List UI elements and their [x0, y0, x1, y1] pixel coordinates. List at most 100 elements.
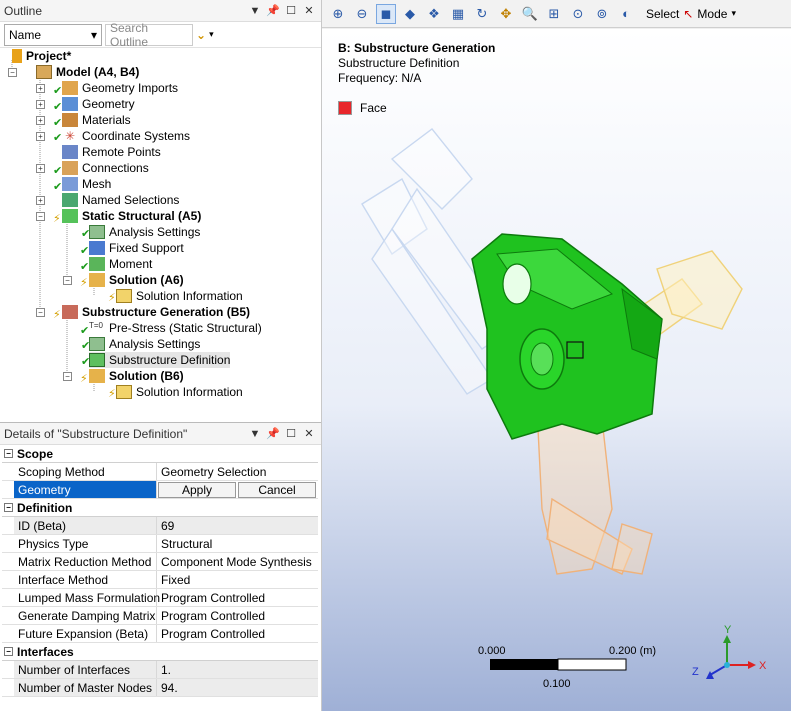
tree-item-analysis-settings-b5[interactable]: ✔ Analysis Settings — [81, 336, 200, 352]
axis-triad — [706, 635, 756, 679]
group-scope[interactable]: − Scope — [2, 445, 318, 463]
tree-item-geometry[interactable]: ✔ Geometry — [53, 96, 135, 113]
tree-item-named-selections[interactable]: Named Selections — [62, 192, 179, 208]
row-interface-method[interactable]: Interface Method Fixed — [2, 571, 318, 589]
tree-item-static-structural[interactable]: ⚡ Static Structural (A5) — [53, 208, 201, 225]
row-lumped-mass[interactable]: Lumped Mass Formulation Program Controll… — [2, 589, 318, 607]
row-number-of-interfaces[interactable]: Number of Interfaces 1. — [2, 661, 318, 679]
row-damping-matrix[interactable]: Generate Damping Matrix Program Controll… — [2, 607, 318, 625]
zoom-in-icon[interactable]: ⊕ — [328, 4, 348, 24]
collapse-toggle[interactable]: − — [4, 503, 13, 512]
graphics-viewport[interactable]: B: Substructure Generation Substructure … — [322, 29, 791, 711]
expand-toggle[interactable]: + — [36, 84, 45, 93]
tree-item-fixed-support[interactable]: ✔ Fixed Support — [80, 240, 184, 257]
chevron-down-icon: ▾ — [90, 27, 97, 42]
rotate-icon[interactable]: ↻ — [472, 4, 492, 24]
axis-z-label: Z — [692, 666, 699, 678]
name-filter-select[interactable]: Name ▾ — [4, 23, 102, 46]
expand-toggle[interactable]: + — [36, 132, 45, 141]
dropdown-arrow-icon[interactable]: ▼ — [247, 3, 263, 19]
tree-item-solution-b6[interactable]: ⚡ Solution (B6) — [80, 368, 184, 385]
maximize-icon[interactable]: ☐ — [283, 426, 299, 442]
model-icon — [36, 65, 52, 79]
tree-item-project[interactable]: Project* — [12, 48, 71, 64]
knuckle-selected-face[interactable] — [471, 233, 663, 440]
mesh-icon: ✔ — [53, 177, 78, 193]
close-icon[interactable]: ✕ — [301, 3, 317, 19]
tree-item-connections[interactable]: ✔ Connections — [53, 160, 149, 177]
collapse-toggle[interactable]: − — [8, 68, 17, 77]
tree-item-moment[interactable]: ✔ Moment — [80, 256, 152, 273]
pin-icon[interactable]: 📌 — [265, 3, 281, 19]
fixed-support-icon: ✔ — [80, 241, 105, 257]
scale-label-mid: 0.100 — [543, 678, 571, 690]
select-label[interactable]: Select — [646, 7, 679, 21]
chevron-down-icon[interactable]: ▾ — [209, 29, 214, 40]
pan-icon[interactable]: ✥ — [496, 4, 516, 24]
group-interfaces[interactable]: − Interfaces — [2, 643, 318, 661]
display-icon[interactable]: ▦ — [448, 4, 468, 24]
tree-item-solution-information-a6[interactable]: ⚡ Solution Information — [108, 288, 243, 304]
model-rendering[interactable]: 0.000 0.200 (m) 0.100 Y X Z — [322, 29, 791, 711]
zoom-out-icon[interactable]: ⊖ — [352, 4, 372, 24]
row-scoping-method[interactable]: Scoping Method Geometry Selection — [2, 463, 318, 481]
pin-icon[interactable]: 📌 — [265, 426, 281, 442]
row-number-of-master-nodes[interactable]: Number of Master Nodes 94. — [2, 679, 318, 697]
box-zoom-icon[interactable]: ⊞ — [544, 4, 564, 24]
dropdown-arrow-icon[interactable]: ▼ — [247, 426, 263, 442]
row-geometry[interactable]: Geometry Apply Cancel — [2, 481, 318, 499]
solid-view-icon[interactable]: ◼ — [376, 3, 396, 24]
expand-toggle[interactable]: + — [36, 164, 45, 173]
graphics-toolbar: ⊕ ⊖ ◼ ◆ ❖ ▦ ↻ ✥ 🔍 ⊞ ⊙ ⊚ ◐ Select ↖ Mode … — [322, 0, 791, 28]
collapse-toggle[interactable]: − — [4, 647, 13, 656]
tree-item-pre-stress[interactable]: T=0 ✔ Pre-Stress (Static Structural) — [80, 320, 262, 337]
tree-item-model[interactable]: Model (A4, B4) — [36, 64, 139, 80]
chevron-down-icon[interactable]: ▾ — [731, 8, 736, 19]
expand-toggle[interactable]: + — [36, 116, 45, 125]
collapse-toggle[interactable]: − — [36, 212, 45, 221]
previous-view-icon[interactable]: ◐ — [616, 4, 636, 24]
row-future-expansion[interactable]: Future Expansion (Beta) Program Controll… — [2, 625, 318, 643]
graphics-panel: ⊕ ⊖ ◼ ◆ ❖ ▦ ↻ ✥ 🔍 ⊞ ⊙ ⊚ ◐ Select ↖ Mode … — [322, 0, 791, 711]
zoom-icon[interactable]: 🔍 — [520, 4, 540, 24]
filter-chevron-icon[interactable]: ⌄ — [196, 28, 206, 42]
search-outline-input[interactable]: Search Outline — [105, 21, 193, 49]
tree-item-coordinate-systems[interactable]: ✳ ✔ Coordinate Systems — [53, 128, 190, 144]
details-grid: − Scope Scoping Method Geometry Selection… — [2, 445, 318, 697]
expand-toggle[interactable]: + — [36, 196, 45, 205]
collapse-toggle[interactable]: − — [63, 276, 72, 285]
zoom-to-fit-icon[interactable]: ⊙ — [568, 4, 588, 24]
tree-item-solution-information-b6[interactable]: ⚡ Solution Information — [108, 384, 243, 400]
substructure-definition-icon: ✔ — [81, 353, 105, 368]
magnifier-icon[interactable]: ⊚ — [592, 4, 612, 24]
collapse-toggle[interactable]: − — [4, 449, 13, 458]
mesh-view-icon[interactable]: ❖ — [424, 4, 444, 24]
collapse-toggle[interactable]: − — [63, 372, 72, 381]
row-physics-type[interactable]: Physics Type Structural — [2, 535, 318, 553]
maximize-icon[interactable]: ☐ — [283, 3, 299, 19]
solution-icon: ⚡ — [80, 273, 105, 289]
group-definition[interactable]: − Definition — [2, 499, 318, 517]
shaded-view-icon[interactable]: ◆ — [400, 4, 420, 24]
tree-item-materials[interactable]: ✔ Materials — [53, 112, 131, 129]
tree-item-mesh[interactable]: ✔ Mesh — [53, 176, 111, 193]
tree-item-geometry-imports[interactable]: ✔ Geometry Imports — [53, 80, 178, 97]
select-mode-icon[interactable]: ↖ — [683, 7, 693, 21]
tree-item-analysis-settings-a5[interactable]: ✔ Analysis Settings — [81, 224, 200, 240]
tree-item-solution-a6[interactable]: ⚡ Solution (A6) — [80, 272, 184, 289]
substructure-generation-icon: ⚡ — [53, 305, 78, 321]
outline-tree: Project* − Model (A4, B4) + ✔ Geometry I… — [0, 48, 320, 420]
tree-item-substructure-definition[interactable]: ✔ Substructure Definition — [81, 352, 231, 368]
close-icon[interactable]: ✕ — [301, 426, 317, 442]
tree-item-remote-points[interactable]: Remote Points — [62, 144, 161, 160]
tree-item-substructure-generation[interactable]: ⚡ Substructure Generation (B5) — [53, 304, 250, 321]
row-id[interactable]: ID (Beta) 69 — [2, 517, 318, 535]
solution-icon: ⚡ — [80, 369, 105, 385]
cancel-button[interactable]: Cancel — [238, 482, 316, 498]
mode-button[interactable]: Mode — [697, 7, 727, 21]
collapse-toggle[interactable]: − — [36, 308, 45, 317]
expand-toggle[interactable]: + — [36, 100, 45, 109]
apply-button[interactable]: Apply — [158, 482, 236, 498]
row-matrix-reduction[interactable]: Matrix Reduction Method Component Mode S… — [2, 553, 318, 571]
axis-y-label: Y — [724, 624, 732, 636]
